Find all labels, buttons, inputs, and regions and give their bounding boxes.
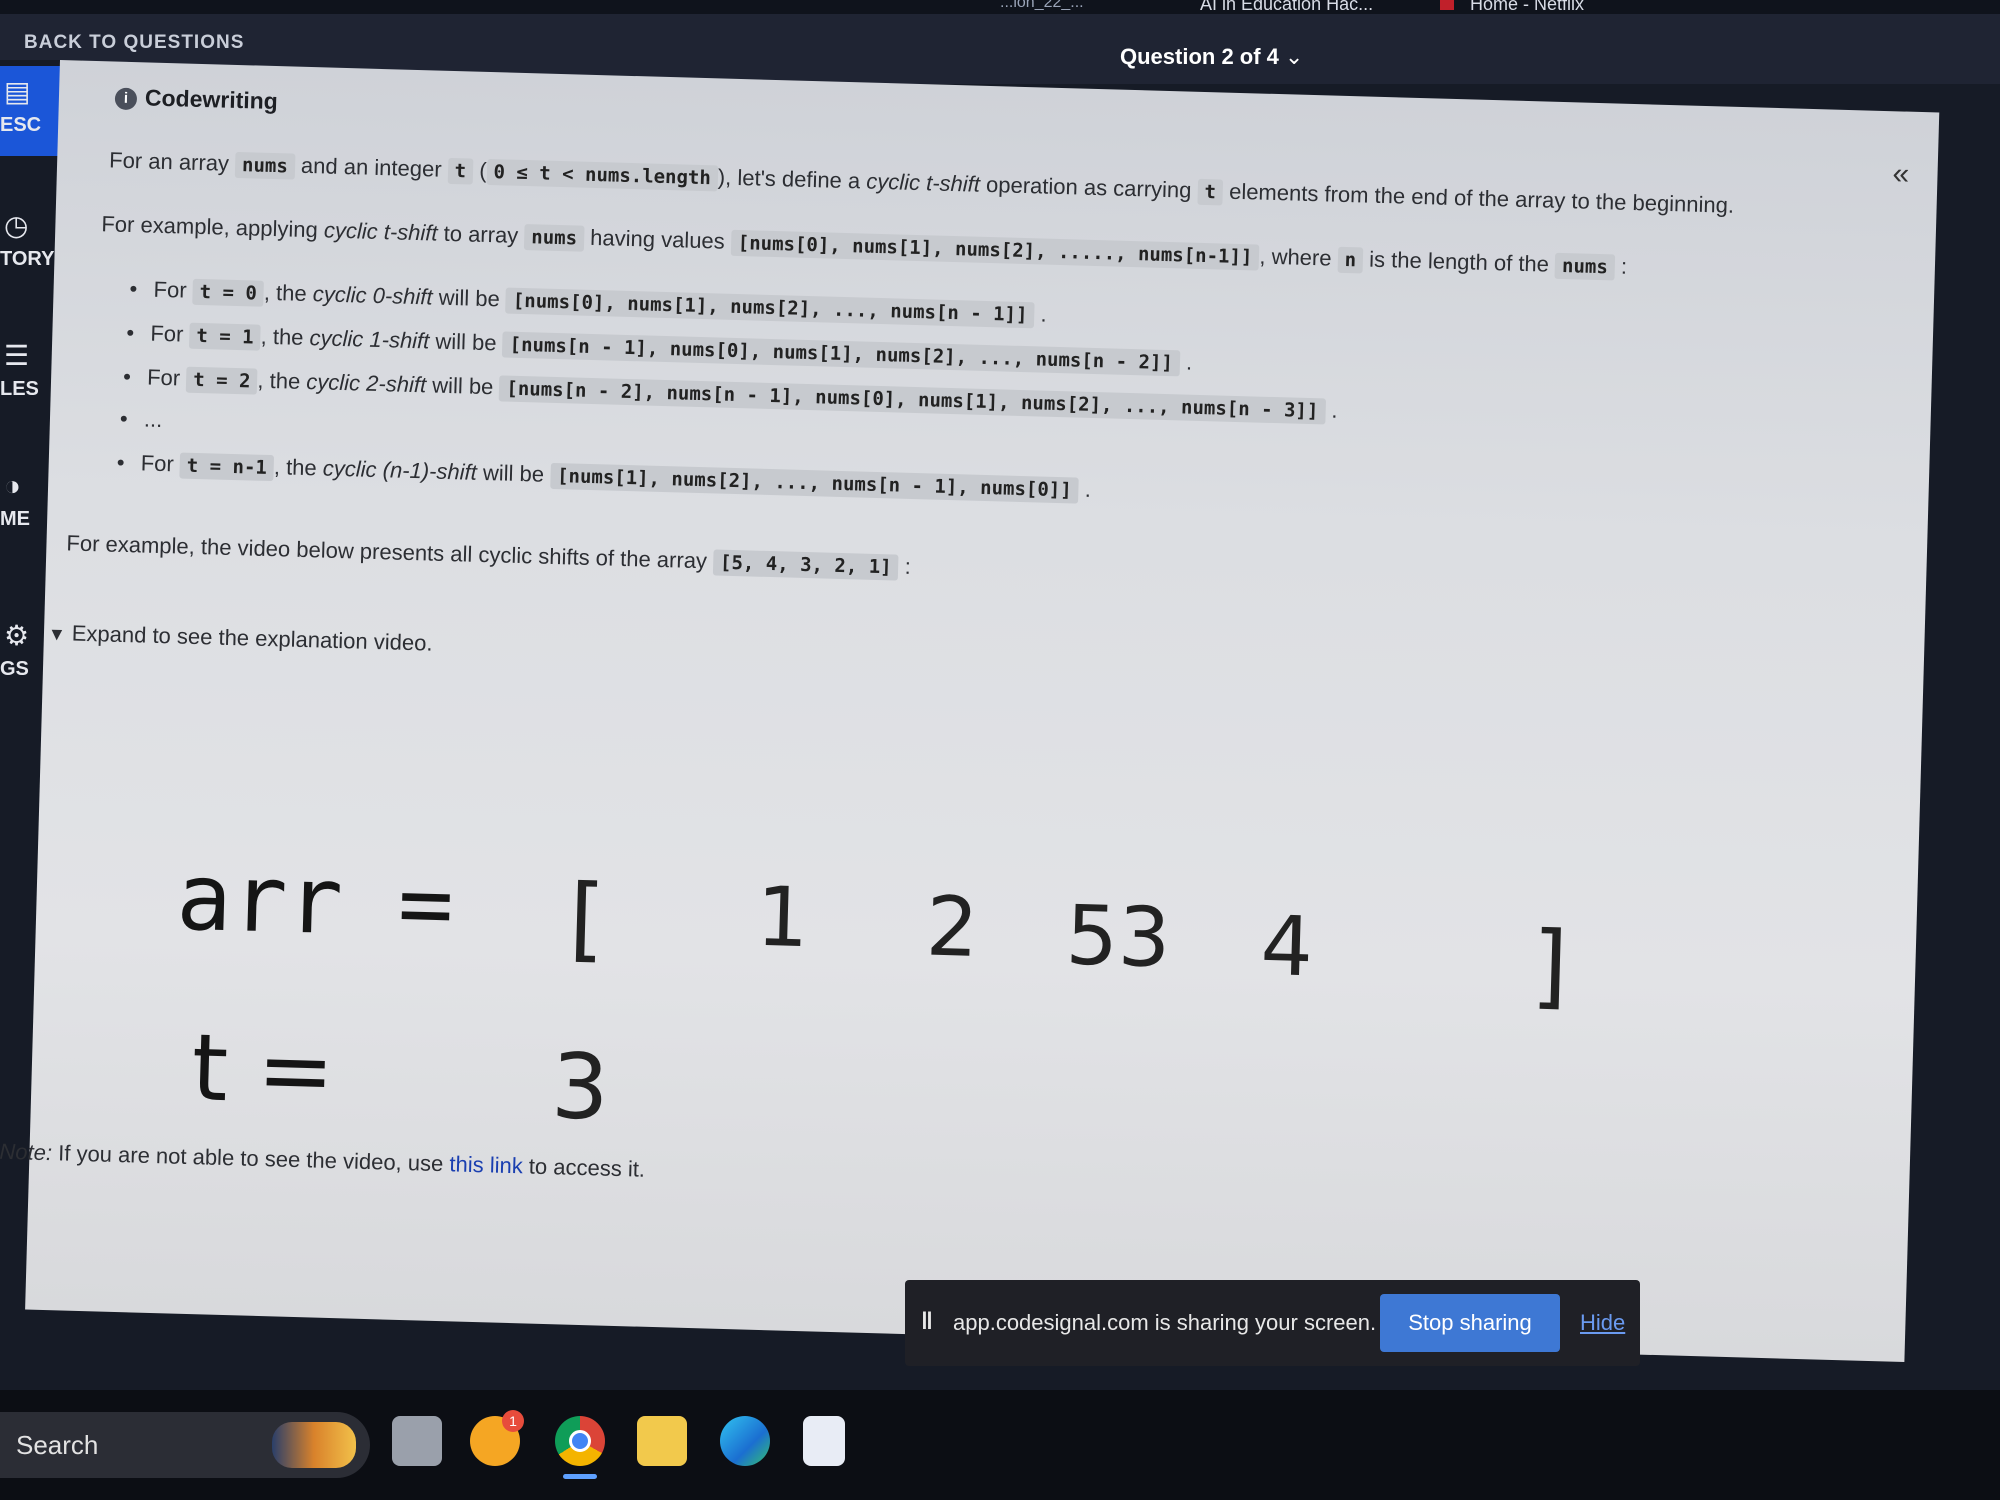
browser-tab[interactable]: ...ion_22_... — [1000, 0, 1084, 12]
weather-icon[interactable]: 1 — [470, 1410, 524, 1466]
shift-bullet: ... — [144, 406, 163, 433]
browser-tab[interactable]: AI in Education Hac... — [1200, 0, 1373, 15]
notification-badge: 1 — [502, 1410, 524, 1432]
note-label: Note: — [0, 1138, 53, 1166]
video-array-value: 2 — [924, 879, 980, 976]
triangle-down-icon: ▼ — [47, 623, 67, 645]
browser-tab-strip: ...ion_22_... AI in Education Hac... Hom… — [0, 0, 2000, 14]
video-close-bracket: ] — [1523, 911, 1583, 1020]
shift-bullet: For t = 0, the cyclic 0-shift will be [n… — [153, 277, 1047, 329]
video-array-value: 1 — [755, 869, 810, 967]
collapse-panel-icon[interactable]: « — [1892, 157, 1910, 191]
video-array-value: 53 — [1064, 888, 1172, 987]
panel-title: i Codewriting — [114, 84, 279, 116]
pause-icon: ‖ — [921, 1308, 933, 1335]
stop-sharing-button[interactable]: Stop sharing — [1380, 1294, 1560, 1352]
example-paragraph: For example, applying cyclic t-shift to … — [101, 211, 1628, 281]
video-arr-label: arr = — [175, 843, 456, 959]
taskbar: Search 1 — [0, 1390, 2000, 1500]
file-explorer-icon[interactable] — [637, 1416, 687, 1466]
video-note: Note: If you are not able to see the vid… — [0, 1138, 646, 1182]
chevron-down-icon: ⌄ — [1284, 44, 1304, 69]
video-intro-paragraph: For example, the video below presents al… — [66, 530, 912, 581]
edge-icon[interactable] — [720, 1416, 770, 1466]
search-highlight-icon — [272, 1422, 356, 1468]
shift-bullet: For t = 1, the cyclic 1-shift will be [n… — [150, 321, 1193, 377]
back-to-questions-button[interactable]: BACK TO QUESTIONS — [24, 32, 244, 54]
taskbar-search-label: Search — [16, 1430, 99, 1460]
chrome-icon[interactable] — [555, 1416, 605, 1466]
info-icon: i — [114, 87, 138, 111]
video-t-label: t = — [190, 1014, 336, 1126]
video-t-value: 3 — [550, 1034, 611, 1141]
question-selector-label: Question 2 of 4 — [1120, 44, 1279, 69]
expand-label: Expand to see the explanation video. — [71, 620, 433, 656]
intro-paragraph: For an array nums and an integer t (0 ≤ … — [108, 147, 1735, 218]
task-view-icon[interactable] — [392, 1416, 442, 1466]
expand-video-toggle[interactable]: ▼ Expand to see the explanation video. — [48, 620, 433, 657]
browser-tab[interactable]: Home - Netflix — [1470, 0, 1584, 15]
share-message: app.codesignal.com is sharing your scree… — [953, 1310, 1377, 1335]
document-signature-icon[interactable] — [803, 1416, 845, 1466]
netflix-icon — [1440, 0, 1454, 10]
shift-bullet: For t = n-1, the cyclic (n-1)-shift will… — [140, 450, 1091, 504]
video-array-value: 4 — [1259, 898, 1315, 996]
panel-title-text: Codewriting — [144, 84, 279, 115]
active-app-indicator — [563, 1474, 597, 1479]
video-link[interactable]: this link — [449, 1151, 523, 1178]
hide-share-bar-link[interactable]: Hide — [1580, 1310, 1625, 1336]
taskbar-search[interactable]: Search — [0, 1412, 370, 1478]
video-open-bracket: [ — [554, 864, 614, 973]
screen-share-bar: ‖ app.codesignal.com is sharing your scr… — [905, 1280, 1640, 1366]
question-selector[interactable]: Question 2 of 4 ⌄ — [1120, 44, 1303, 70]
description-panel: « i Codewriting For an array nums and an … — [0, 60, 1940, 1363]
